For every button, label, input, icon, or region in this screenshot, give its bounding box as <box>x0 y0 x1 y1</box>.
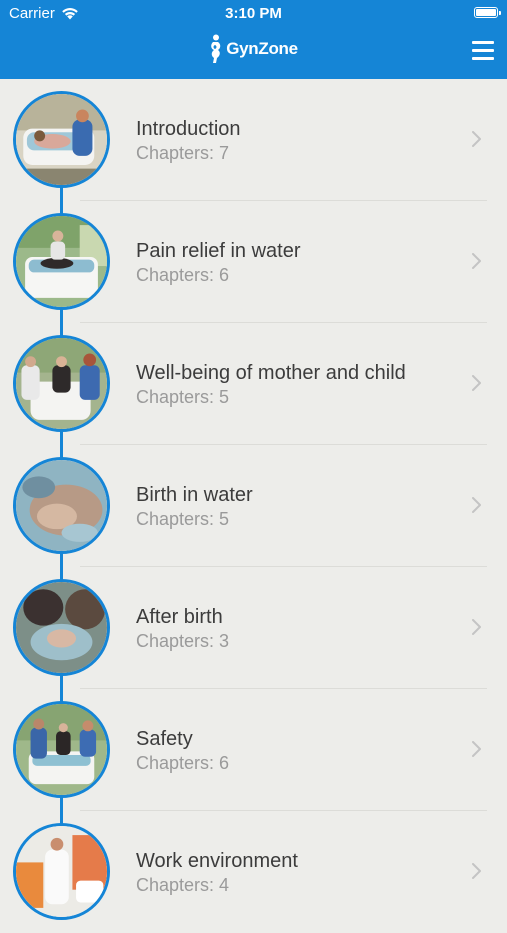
lesson-title: Pain relief in water <box>136 240 301 263</box>
logo-text: GynZone <box>226 39 298 59</box>
app-header: Carrier 3:10 PM GynZone <box>0 0 507 79</box>
lesson-chapters: Chapters: 6 <box>136 753 229 774</box>
status-bar: Carrier 3:10 PM <box>0 0 507 28</box>
chevron-right-icon <box>472 253 481 269</box>
hamburger-menu-icon[interactable] <box>472 41 494 60</box>
lesson-chapters: Chapters: 5 <box>136 387 229 408</box>
lesson-title: Well-being of mother and child <box>136 362 406 385</box>
lesson-chapters: Chapters: 3 <box>136 631 229 652</box>
lesson-title: Introduction <box>136 118 241 141</box>
lesson-chapters: Chapters: 5 <box>136 509 229 530</box>
chevron-right-icon <box>472 375 481 391</box>
menu-bar <box>472 57 494 60</box>
lesson-thumbnail <box>13 335 110 432</box>
lesson-row[interactable]: Safety Chapters: 6 <box>0 689 507 811</box>
lesson-thumbnail <box>13 91 110 188</box>
chevron-right-icon <box>472 741 481 757</box>
lesson-thumbnail <box>13 701 110 798</box>
lesson-row[interactable]: Work environment Chapters: 4 <box>0 811 507 933</box>
chevron-right-icon <box>472 863 481 879</box>
chevron-right-icon <box>472 497 481 513</box>
lesson-row[interactable]: Pain relief in water Chapters: 6 <box>0 201 507 323</box>
lesson-thumbnail <box>13 213 110 310</box>
lesson-chapters: Chapters: 6 <box>136 265 229 286</box>
lesson-thumbnail <box>13 823 110 920</box>
lesson-row[interactable]: After birth Chapters: 3 <box>0 567 507 689</box>
lesson-chapters: Chapters: 4 <box>136 875 229 896</box>
chevron-right-icon <box>472 619 481 635</box>
battery-icon <box>474 7 498 18</box>
lesson-thumbnail <box>13 457 110 554</box>
menu-bar <box>472 49 494 52</box>
gynzone-figure-icon <box>209 34 223 64</box>
lesson-chapters: Chapters: 7 <box>136 143 229 164</box>
lesson-title: Safety <box>136 728 193 751</box>
lesson-row[interactable]: Birth in water Chapters: 5 <box>0 445 507 567</box>
lesson-title: After birth <box>136 606 223 629</box>
menu-bar <box>472 41 494 44</box>
lesson-title: Work environment <box>136 850 298 873</box>
lesson-thumbnail <box>13 579 110 676</box>
app-logo: GynZone <box>0 34 507 64</box>
lesson-list: Introduction Chapters: 7 Pain relief in … <box>0 79 507 900</box>
battery-level <box>476 9 496 16</box>
lesson-title: Birth in water <box>136 484 253 507</box>
lesson-row[interactable]: Well-being of mother and child Chapters:… <box>0 323 507 445</box>
status-time: 3:10 PM <box>0 5 507 22</box>
lesson-row[interactable]: Introduction Chapters: 7 <box>0 79 507 201</box>
chevron-right-icon <box>472 131 481 147</box>
